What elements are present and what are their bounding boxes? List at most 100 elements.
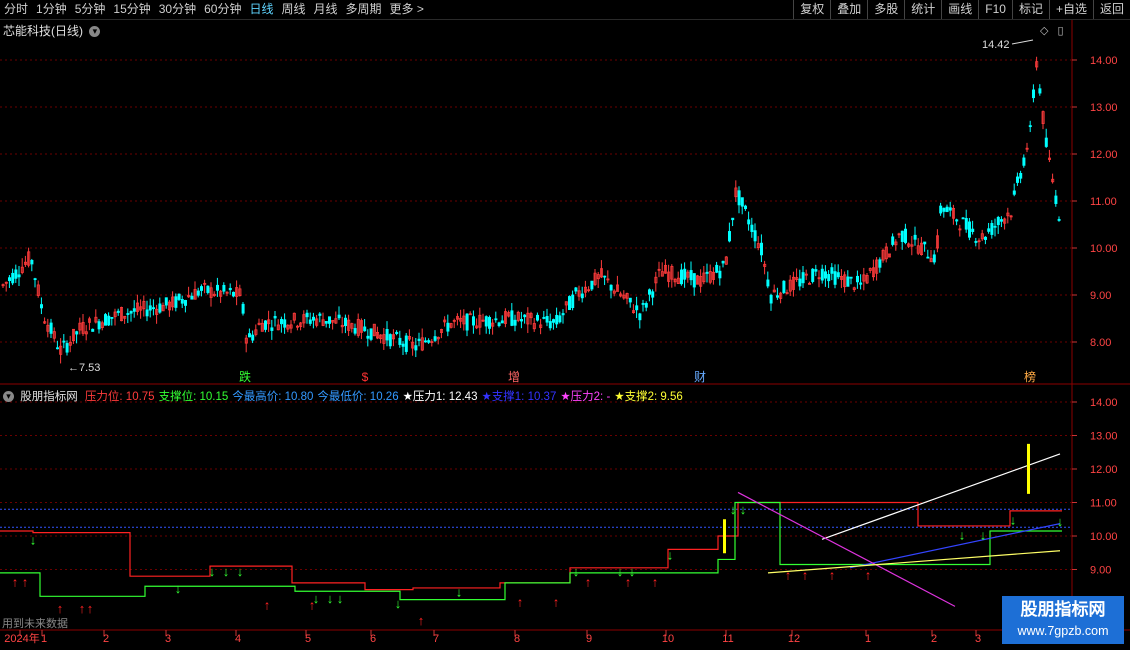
candle-body (510, 310, 514, 326)
candle-body (30, 259, 34, 265)
candle-body (1016, 176, 1020, 183)
candle-body (327, 316, 331, 324)
candle-body (513, 319, 517, 326)
pressure2-line (737, 491, 956, 607)
up-arrow-icon: ↑ (79, 601, 86, 616)
candle-body (129, 311, 133, 314)
candle-body (398, 337, 402, 345)
indicator-title-bar: ▾ 股朋指标网 压力位: 10.75 支撑位: 10.15 今最高价: 10.80 今… (3, 388, 687, 404)
candle-body (183, 300, 187, 306)
candle-body (1044, 137, 1048, 147)
candle-body (824, 271, 828, 279)
candle-body (984, 236, 988, 240)
candle-body (215, 284, 219, 291)
candle-body (308, 319, 312, 324)
candle-body (7, 277, 11, 282)
candle-body (523, 314, 527, 318)
candle-body (33, 278, 37, 281)
candle-body (849, 276, 853, 279)
candle-body (487, 317, 491, 329)
candle-body (644, 303, 648, 308)
indicator-name: 股朋指标网 (20, 391, 78, 403)
candle-body (145, 309, 149, 317)
candle-body (939, 205, 943, 214)
candle-body (856, 275, 860, 283)
candle-body (273, 315, 277, 319)
candle-body (417, 338, 421, 342)
down-arrow-icon: ↓ (573, 564, 580, 579)
candle-body (721, 260, 725, 264)
x-tick-label: 10 (662, 633, 674, 645)
signal-bar (1027, 443, 1030, 494)
candle-body (56, 347, 60, 350)
candle-body (542, 317, 546, 319)
indicator-value: 今最低价: 10.26 (317, 391, 399, 403)
x-tick-label: 6 (370, 633, 376, 645)
candle-body (609, 284, 613, 291)
chart-area: 14.0013.0012.0011.0010.009.008.0014.0013… (0, 20, 1130, 645)
down-arrow-icon: ↓ (959, 527, 966, 542)
candle-body (548, 321, 552, 329)
candle-body (718, 270, 722, 279)
candle-body (222, 284, 226, 292)
candle-body (104, 314, 108, 326)
indicator-value: 支撑位: 10.15 (158, 391, 229, 403)
candle-body (740, 197, 744, 207)
candle-body (1000, 219, 1004, 222)
candle-body (148, 305, 152, 311)
down-arrow-icon: ↓ (617, 564, 624, 579)
candle-body (561, 313, 565, 316)
candle-body (846, 276, 850, 287)
indicator-value: 今最高价: 10.80 (232, 391, 314, 403)
candle-body (520, 319, 524, 322)
up-arrow-icon: ↑ (87, 601, 94, 616)
up-arrow-icon: ↑ (418, 613, 425, 628)
indicator-value: ★支撑1: 10.37 (481, 391, 557, 403)
candle-body (536, 314, 540, 321)
candle-body (568, 296, 572, 311)
candle-body (571, 294, 575, 309)
watermark-title: 股朋指标网 (1020, 600, 1106, 619)
indicator-tick-label: 10.00 (1090, 531, 1118, 543)
candle-body (369, 328, 373, 340)
candle-body (683, 268, 687, 280)
candle-body (324, 321, 328, 324)
candle-body (494, 318, 498, 321)
candle-body (206, 285, 210, 293)
x-tick-label: 11 (722, 633, 733, 645)
candle-body (132, 308, 136, 312)
down-arrow-icon: ↓ (1057, 514, 1064, 529)
support-line (0, 501, 1062, 601)
candle-body (1028, 125, 1032, 128)
candle-body (91, 328, 95, 332)
price-tick-label: 14.00 (1090, 55, 1118, 67)
candle-body (945, 206, 949, 213)
candle-body (404, 335, 408, 352)
candle-body (110, 317, 114, 319)
candle-body (836, 272, 840, 278)
chevron-down-icon[interactable]: ▾ (3, 391, 14, 403)
candle-body (833, 271, 837, 285)
candle-body (126, 313, 130, 315)
candle-body (40, 304, 44, 309)
candle-body (65, 343, 69, 353)
candle-body (247, 333, 251, 338)
indicator-value: ★压力2: - (560, 391, 611, 403)
down-arrow-icon: ↓ (209, 564, 216, 579)
signal-bar (723, 519, 726, 554)
event-tag: 榜 (1024, 369, 1036, 384)
candle-body (401, 343, 405, 347)
candle-body (552, 319, 556, 323)
candle-body (97, 321, 101, 330)
candle-body (728, 231, 732, 242)
candle-body (116, 310, 120, 313)
x-tick-label: 9 (586, 633, 592, 645)
candle-body (190, 295, 194, 300)
indicator-value: ★支撑2: 9.56 (614, 391, 683, 403)
candle-body (388, 334, 392, 347)
up-arrow-icon: ↑ (652, 574, 659, 589)
price-tick-label: 9.00 (1090, 290, 1111, 302)
x-tick-label: 12 (788, 633, 800, 645)
candle-body (968, 221, 972, 238)
price-tick-label: 8.00 (1090, 337, 1111, 349)
